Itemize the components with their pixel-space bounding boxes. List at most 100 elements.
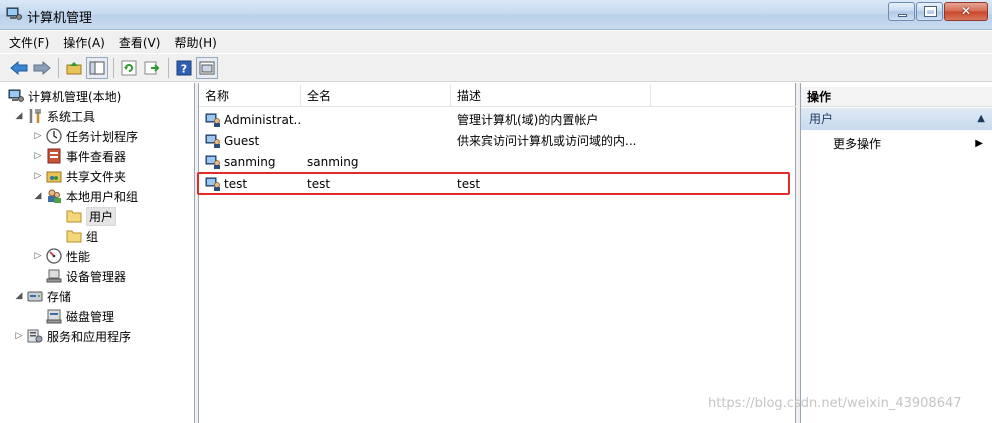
tree-item-groups[interactable]: 组 xyxy=(66,226,98,246)
refresh-button[interactable] xyxy=(118,57,140,79)
svg-text:?: ? xyxy=(181,62,187,75)
folder-icon xyxy=(66,208,82,224)
export-icon xyxy=(144,61,160,74)
tree-expander-collapsed-icon[interactable]: ▷ xyxy=(33,131,43,141)
performance-icon xyxy=(46,248,62,264)
tree-item-shared-folders[interactable]: ▷ 共享文件夹 xyxy=(33,166,126,186)
maximize-button[interactable] xyxy=(916,2,943,21)
user-icon xyxy=(205,113,220,127)
tree-item-label: 本地用户和组 xyxy=(66,189,139,204)
toolbar-separator xyxy=(113,57,114,78)
forward-arrow-icon xyxy=(33,60,51,75)
more-actions-label: 更多操作 xyxy=(833,137,882,151)
toolbar: ? xyxy=(0,54,992,82)
column-header-description[interactable]: 描述 xyxy=(451,85,651,107)
list-item[interactable]: sanming sanming xyxy=(199,151,797,172)
tree-expander-collapsed-icon[interactable]: ▷ xyxy=(33,171,43,181)
tree-item-label: 系统工具 xyxy=(47,109,96,124)
close-button[interactable]: ✕ xyxy=(944,2,988,21)
user-list-view: 名称 全名 描述 Administrat... 管理计算机(域)的内置帐户 Gu… xyxy=(197,83,797,423)
forward-button[interactable] xyxy=(31,57,53,79)
tree-expander-expanded-icon[interactable]: ◢ xyxy=(14,291,24,301)
user-icon xyxy=(205,155,220,169)
shared-folder-icon xyxy=(46,168,62,184)
back-button[interactable] xyxy=(8,57,30,79)
highlight-box xyxy=(197,172,790,195)
menu-help[interactable]: 帮助(H) xyxy=(174,34,216,51)
tree-expander-collapsed-icon[interactable]: ▷ xyxy=(33,151,43,161)
user-name: Administrat... xyxy=(224,112,301,127)
user-name: sanming xyxy=(224,154,276,169)
storage-icon xyxy=(27,288,43,304)
help-button[interactable]: ? xyxy=(173,57,195,79)
tree-item-services-applications[interactable]: ▷ 服务和应用程序 xyxy=(14,326,131,346)
menu-file[interactable]: 文件(F) xyxy=(9,34,49,51)
list-item[interactable]: Administrat... 管理计算机(域)的内置帐户 xyxy=(199,109,797,130)
tree-item-device-manager[interactable]: 设备管理器 xyxy=(46,266,126,286)
help-icon: ? xyxy=(176,60,192,75)
services-icon xyxy=(27,328,43,344)
computer-management-icon xyxy=(6,7,22,20)
tree-item-users[interactable]: 用户 xyxy=(66,206,117,226)
tree-item-label: 组 xyxy=(86,229,99,244)
cell-name: Administrat... xyxy=(199,113,301,127)
tools-icon xyxy=(27,108,43,124)
tree-expander-expanded-icon[interactable]: ◢ xyxy=(14,111,24,121)
user-description: 管理计算机(域)的内置帐户 xyxy=(457,113,599,127)
column-header-name[interactable]: 名称 xyxy=(199,85,301,107)
title-bar: 计算机管理 ✕ xyxy=(0,0,992,30)
computer-management-icon xyxy=(8,88,24,104)
tree-item-label: 共享文件夹 xyxy=(66,169,127,184)
close-icon: ✕ xyxy=(960,4,972,18)
menu-bar: 文件(F) 操作(A) 查看(V) 帮助(H) xyxy=(0,31,992,53)
actions-section-label: 用户 xyxy=(809,112,834,126)
column-header-fullname[interactable]: 全名 xyxy=(301,85,451,107)
folder-up-icon xyxy=(66,61,82,74)
show-hide-action-pane-button[interactable] xyxy=(196,56,218,79)
menu-view[interactable]: 查看(V) xyxy=(119,34,161,51)
tree-item-disk-management[interactable]: 磁盘管理 xyxy=(46,306,114,326)
user-icon xyxy=(205,134,220,148)
users-group-icon xyxy=(46,188,62,204)
disk-management-icon xyxy=(46,308,62,324)
tree-item-label: 用户 xyxy=(86,206,117,226)
tree-item-label: 任务计划程序 xyxy=(66,129,139,144)
menu-action[interactable]: 操作(A) xyxy=(63,34,105,51)
actions-section-users[interactable]: 用户 ▲ xyxy=(801,108,992,130)
navigation-tree: 计算机管理(本地) ◢ 系统工具 ▷ 任务计划程序 ▷ 事件查看器 ▷ 共享文件… xyxy=(0,83,195,423)
tree-expander-collapsed-icon[interactable]: ▷ xyxy=(14,331,24,341)
actions-header: 操作 xyxy=(801,87,992,107)
show-hide-tree-button[interactable] xyxy=(86,56,108,79)
tree-item-event-viewer[interactable]: ▷ 事件查看器 xyxy=(33,146,126,166)
collapse-up-icon[interactable]: ▲ xyxy=(977,108,985,130)
minimize-button[interactable] xyxy=(888,2,915,21)
device-manager-icon xyxy=(46,268,62,284)
tree-item-performance[interactable]: ▷ 性能 xyxy=(33,246,90,266)
tree-item-label: 服务和应用程序 xyxy=(47,329,132,344)
folder-icon xyxy=(66,228,82,244)
export-list-button[interactable] xyxy=(141,57,163,79)
tree-item-computer-management[interactable]: 计算机管理(本地) xyxy=(8,86,121,106)
action-pane-icon xyxy=(199,61,215,74)
up-level-button[interactable] xyxy=(63,57,85,79)
tree-item-label: 磁盘管理 xyxy=(66,309,115,324)
toolbar-separator xyxy=(168,57,169,78)
tree-expander-expanded-icon[interactable]: ◢ xyxy=(33,191,43,201)
clock-icon xyxy=(46,128,62,144)
list-item[interactable]: Guest 供来宾访问计算机或访问域的内... xyxy=(199,130,797,151)
column-header-row: 名称 全名 描述 xyxy=(199,85,797,107)
tree-item-label: 存储 xyxy=(47,289,72,304)
tree-item-local-users-groups[interactable]: ◢ 本地用户和组 xyxy=(33,186,138,206)
tree-item-system-tools[interactable]: ◢ 系统工具 xyxy=(14,106,95,126)
user-description: 供来宾访问计算机或访问域的内... xyxy=(457,134,637,148)
refresh-icon xyxy=(121,60,137,75)
user-fullname: sanming xyxy=(307,154,359,169)
tree-item-label: 设备管理器 xyxy=(66,269,127,284)
tree-item-storage[interactable]: ◢ 存储 xyxy=(14,286,71,306)
tree-item-task-scheduler[interactable]: ▷ 任务计划程序 xyxy=(33,126,138,146)
more-actions-item[interactable]: 更多操作 ▶ xyxy=(801,133,992,155)
user-name: Guest xyxy=(224,133,260,148)
window-title: 计算机管理 xyxy=(27,11,93,26)
tree-expander-collapsed-icon[interactable]: ▷ xyxy=(33,251,43,261)
actions-pane: 操作 用户 ▲ 更多操作 ▶ xyxy=(800,83,992,423)
